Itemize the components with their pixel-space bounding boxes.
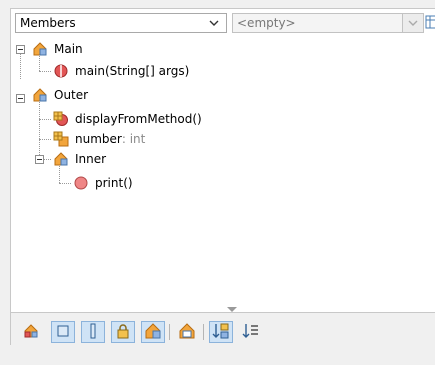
members-view-combo-value: Members: [20, 16, 76, 30]
show-fqn-icon: [178, 322, 196, 343]
chevron-down-icon[interactable]: [204, 14, 224, 32]
tree-node-type: : int: [121, 132, 146, 146]
tree-connector: [39, 119, 51, 120]
tree-node-label: main(String[] args): [75, 64, 190, 78]
navigator-panel: Members <empty> Main main(String[] args)…: [10, 8, 435, 346]
tree-node-display-from-method[interactable]: displayFromMethod(): [53, 109, 202, 129]
tree-node-number-field[interactable]: number : int: [53, 129, 145, 149]
collapse-toggle[interactable]: [16, 45, 25, 54]
members-view-combo[interactable]: Members: [15, 13, 227, 33]
sort-by-source-icon: [242, 322, 260, 343]
sort-by-name-icon: [212, 322, 230, 343]
tree-connector: [39, 139, 51, 140]
tree-node-outer[interactable]: Outer: [32, 85, 88, 105]
tree-connector: [39, 71, 51, 72]
tree-connector: [20, 54, 21, 79]
filter-fields-button[interactable]: [51, 321, 75, 343]
layout-options-icon[interactable]: [425, 14, 435, 32]
package-field-icon: [53, 131, 69, 147]
toolbar-separator: [203, 324, 204, 340]
tree-node-label: displayFromMethod(): [75, 112, 202, 126]
tree-node-main-method[interactable]: main(String[] args): [53, 61, 189, 81]
tree-connector: [59, 183, 71, 184]
filter-fields-icon: [56, 324, 70, 341]
filter-inner-classes-button[interactable]: [141, 321, 165, 343]
filter-nonpublic-button[interactable]: [111, 321, 135, 343]
tree-node-print-method[interactable]: print(): [73, 173, 133, 193]
tree-connector: [44, 159, 51, 160]
tree-node-label: Main: [54, 42, 83, 56]
package-method-icon: [53, 111, 69, 127]
private-method-icon: [73, 175, 89, 191]
tree-node-label: print(): [95, 176, 133, 190]
collapse-toggle[interactable]: [16, 94, 25, 103]
class-icon: [32, 87, 48, 103]
tree-node-inner[interactable]: Inner: [53, 149, 106, 169]
tree-node-label: Inner: [75, 152, 107, 166]
tree-node-label: Outer: [54, 88, 89, 102]
tree-connector: [39, 102, 40, 159]
filter-static-icon: [86, 323, 100, 342]
tree-node-main[interactable]: Main: [32, 39, 83, 59]
static-method-icon: [53, 63, 69, 79]
tree-node-label: number: [75, 132, 122, 146]
show-inherited-button[interactable]: [19, 321, 43, 343]
class-icon: [32, 41, 48, 57]
filter-static-button[interactable]: [81, 321, 105, 343]
sort-by-source-button[interactable]: [239, 321, 263, 343]
chevron-down-icon[interactable]: [402, 14, 423, 32]
members-tree[interactable]: Main main(String[] args) Outer displayFr…: [11, 39, 435, 289]
show-fqn-button[interactable]: [175, 321, 199, 343]
filter-nonpublic-icon: [115, 323, 131, 342]
filter-toolbar: [11, 307, 435, 346]
splitter-grip-icon[interactable]: [227, 307, 237, 312]
toolbar-separator: [169, 324, 170, 340]
filter-inner-classes-icon: [144, 322, 162, 343]
filter-combo[interactable]: <empty>: [232, 13, 424, 33]
filter-combo-value: <empty>: [237, 16, 296, 30]
class-icon: [53, 151, 69, 167]
show-inherited-icon: [22, 322, 40, 343]
collapse-toggle[interactable]: [35, 155, 44, 164]
sort-by-name-button[interactable]: [209, 321, 233, 343]
